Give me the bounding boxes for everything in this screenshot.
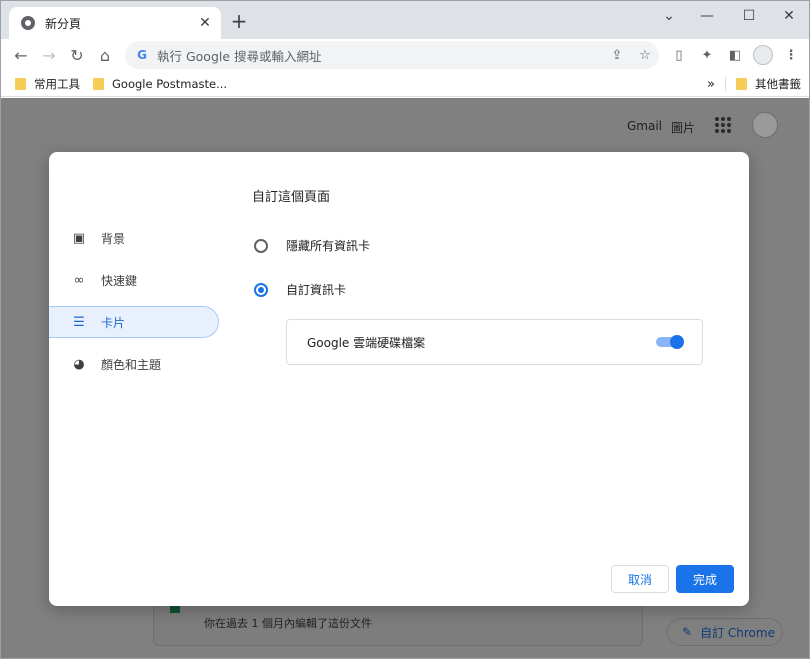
drive-card-subtitle: 你在過去 1 個月內編輯了這份文件 — [204, 617, 372, 630]
option-hide-all-cards[interactable]: 隱藏所有資訊卡 — [254, 237, 370, 254]
bookmarks-divider — [725, 77, 726, 91]
new-tab-button[interactable]: + — [229, 11, 249, 31]
back-icon[interactable]: ← — [9, 43, 33, 67]
folder-icon — [736, 78, 747, 90]
bookmarks-overflow-icon[interactable]: » — [707, 75, 715, 93]
reload-icon[interactable]: ↻ — [65, 43, 89, 67]
bookmark-label: 常用工具 — [34, 77, 80, 91]
tab-search-icon[interactable]: ⌄ — [649, 1, 689, 31]
cancel-button[interactable]: 取消 — [611, 565, 669, 593]
pencil-icon: ✎ — [682, 625, 693, 639]
toolbar: ← → ↻ ⌂ G 執行 Google 搜尋或輸入網址 ⇪ ☆ ▯ ✦ ◧ ⋮ — [1, 39, 809, 71]
menu-kebab-icon[interactable]: ⋮ — [781, 45, 801, 65]
dialog-title: 自訂這個頁面 — [252, 190, 331, 205]
tab-title: 新分頁 — [45, 16, 82, 31]
nav-item-label: 卡片 — [101, 315, 126, 330]
done-button[interactable]: 完成 — [676, 565, 734, 593]
radio-button-checked[interactable] — [254, 282, 268, 297]
share-icon[interactable]: ⇪ — [603, 48, 631, 63]
close-window-button[interactable]: ✕ — [769, 1, 809, 31]
option-customize-cards[interactable]: 自訂資訊卡 — [254, 281, 346, 298]
toggle-knob — [670, 335, 684, 349]
google-apps-icon[interactable] — [715, 117, 731, 133]
option-label: 自訂資訊卡 — [286, 283, 347, 297]
tab-close-icon[interactable]: ✕ — [197, 15, 213, 31]
drive-card-setting: Google 雲端硬碟檔案 — [286, 319, 703, 365]
bookmarks-bar: 常用工具 Google Postmaste... » 其他書籤 — [1, 71, 809, 97]
folder-icon — [93, 78, 104, 90]
forward-icon[interactable]: → — [37, 43, 61, 67]
nav-item-label: 快速鍵 — [101, 273, 138, 288]
other-bookmarks[interactable]: 其他書籤 — [736, 75, 801, 93]
address-bar[interactable]: G 執行 Google 搜尋或輸入網址 ⇪ ☆ — [125, 41, 659, 69]
extensions-puzzle-icon[interactable]: ✦ — [697, 45, 717, 65]
maximize-button[interactable]: ☐ — [729, 1, 769, 31]
bookmark-folder-tools[interactable]: 常用工具 — [15, 75, 80, 93]
palette-icon: ◕ — [73, 356, 85, 372]
browser-window: 新分頁 ✕ + ⌄ — ☐ ✕ ← → ↻ ⌂ G 執行 Google 搜尋或輸… — [0, 0, 810, 659]
bookmark-label: Google Postmaste... — [112, 77, 228, 91]
bookmark-star-icon[interactable]: ☆ — [631, 48, 659, 63]
nav-item-cards[interactable]: ☰ 卡片 — [49, 306, 219, 338]
customize-chrome-label: 自訂 Chrome — [700, 625, 775, 640]
profile-avatar[interactable] — [753, 45, 773, 65]
nav-item-label: 顏色和主題 — [101, 357, 162, 372]
link-icon: ∞ — [73, 272, 85, 288]
minimize-button[interactable]: — — [687, 1, 727, 31]
other-bookmarks-label: 其他書籤 — [755, 77, 801, 91]
background-image-icon: ▣ — [72, 230, 86, 246]
bookmark-postmaster[interactable]: Google Postmaste... — [93, 75, 227, 93]
gmail-link[interactable]: Gmail — [627, 119, 662, 133]
account-avatar[interactable] — [752, 112, 778, 138]
google-g-icon: G — [137, 48, 147, 62]
images-link[interactable]: 圖片 — [671, 119, 695, 136]
nav-item-label: 背景 — [101, 231, 126, 246]
tab-strip: 新分頁 ✕ + ⌄ — ☐ ✕ — [1, 1, 809, 39]
chrome-favicon-icon — [21, 16, 35, 30]
customize-chrome-button[interactable]: ✎ 自訂 Chrome — [667, 618, 783, 646]
address-bar-placeholder: 執行 Google 搜尋或輸入網址 — [157, 48, 322, 64]
cards-icon: ☰ — [73, 314, 85, 330]
nav-item-shortcuts[interactable]: ∞ 快速鍵 — [49, 264, 219, 296]
dialog-nav: ▣ 背景 ∞ 快速鍵 ☰ 卡片 ◕ 顏色和主題 — [49, 222, 219, 390]
option-label: 隱藏所有資訊卡 — [286, 239, 371, 253]
extension-badge-icon[interactable]: ▯ — [669, 45, 689, 65]
drive-card-toggle[interactable] — [656, 335, 684, 349]
nav-item-color-theme[interactable]: ◕ 顏色和主題 — [49, 348, 219, 380]
folder-icon — [15, 78, 26, 90]
home-icon[interactable]: ⌂ — [93, 43, 117, 67]
drive-card-label: Google 雲端硬碟檔案 — [307, 335, 426, 350]
nav-item-background[interactable]: ▣ 背景 — [49, 222, 219, 254]
radio-button[interactable] — [254, 238, 268, 253]
side-panel-icon[interactable]: ◧ — [725, 45, 745, 65]
customize-dialog: 自訂這個頁面 ▣ 背景 ∞ 快速鍵 ☰ 卡片 ◕ 顏色和主題 隱藏所有資訊卡 自… — [49, 152, 749, 606]
tab-new-tab[interactable]: 新分頁 ✕ — [9, 7, 221, 39]
